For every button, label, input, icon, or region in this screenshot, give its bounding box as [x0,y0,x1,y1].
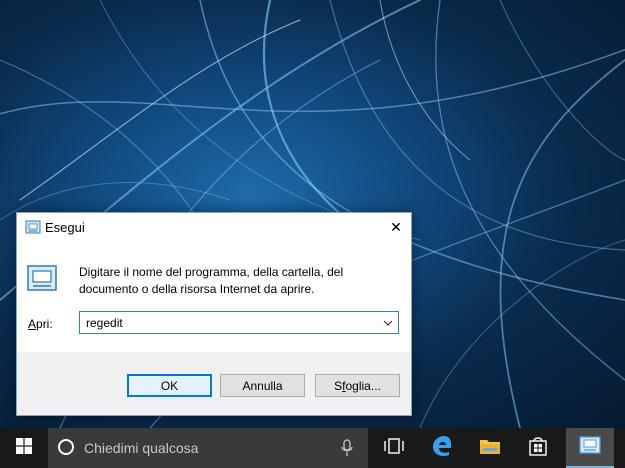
open-label: Apri: [28,317,53,331]
edge-taskbar-button[interactable] [418,428,466,468]
search-box[interactable]: Chiedimi qualcosa [48,428,368,468]
close-icon: ✕ [390,218,402,235]
task-view-button[interactable] [370,428,418,468]
ok-button[interactable]: OK [127,374,212,397]
dialog-button-bar: OK Annulla Sf oglia... [17,352,411,415]
dialog-description: Digitare il nome del programma, della ca… [79,265,344,296]
cancel-button[interactable]: Annulla [220,374,305,397]
task-view-icon [384,437,404,459]
windows-start-icon [16,437,32,459]
start-button[interactable] [0,428,48,468]
store-icon [528,436,548,461]
open-label-rest: pri: [36,317,53,331]
search-placeholder[interactable]: Chiedimi qualcosa [84,440,198,456]
file-explorer-icon [479,437,501,460]
run-taskbar-button[interactable] [566,428,614,468]
run-dialog: Esegui ✕ Digitare il nome del programma,… [16,212,412,416]
browse-label-pre: S [334,378,343,393]
run-app-icon [25,220,41,234]
browse-label-post: oglia... [345,378,381,393]
store-taskbar-button[interactable] [514,428,562,468]
file-explorer-taskbar-button[interactable] [466,428,514,468]
run-program-icon [27,264,57,292]
taskbar: Chiedimi qualcosa [0,428,625,468]
open-input-value[interactable]: regedit [86,316,123,330]
run-app-icon [579,435,601,459]
edge-icon [431,435,453,462]
cortana-icon[interactable] [58,439,74,455]
close-button[interactable]: ✕ [381,213,411,241]
dialog-title: Esegui [45,220,85,235]
open-combobox[interactable]: regedit [79,311,399,334]
dialog-titlebar[interactable]: Esegui ✕ [17,213,411,241]
chevron-down-icon[interactable] [382,316,394,328]
open-label-accelerator: A [28,317,37,331]
browse-button[interactable]: Sf oglia... [315,374,400,397]
microphone-icon[interactable] [340,439,354,457]
